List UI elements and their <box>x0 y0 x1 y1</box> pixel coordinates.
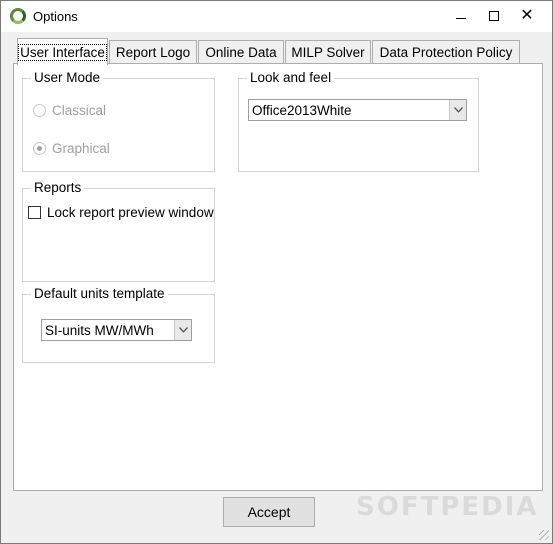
user-mode-group: User Mode Classical Graphical <box>22 70 215 172</box>
tab-data-protection-policy[interactable]: Data Protection Policy <box>372 40 520 64</box>
tab-label: MILP Solver <box>291 45 365 60</box>
softpedia-watermark: SOFTPEDIA <box>356 492 539 522</box>
minimize-icon <box>456 17 466 19</box>
radio-graphical[interactable]: Graphical <box>33 141 110 156</box>
radio-button[interactable] <box>33 142 46 155</box>
close-icon: ✕ <box>520 7 534 24</box>
tab-label: Report Logo <box>115 45 191 60</box>
resize-grip[interactable] <box>539 530 549 540</box>
default-units-group: Default units template SI-units MW/MWh <box>22 286 215 363</box>
tab-label: Data Protection Policy <box>379 45 513 60</box>
chevron-down-icon[interactable] <box>449 100 466 120</box>
tab-milp-solver[interactable]: MILP Solver <box>285 40 371 64</box>
look-and-feel-group: Look and feel Office2013White <box>238 70 479 172</box>
tab-user-interface[interactable]: User Interface <box>17 38 108 65</box>
tab-label: User Interface <box>18 43 107 61</box>
dropdown-value: Office2013White <box>252 102 352 118</box>
user-interface-panel: User Mode Classical Graphical Look and f… <box>13 63 543 491</box>
chevron-down-icon[interactable] <box>174 320 191 340</box>
maximize-icon <box>489 11 499 21</box>
reports-legend: Reports <box>31 180 85 195</box>
radio-button[interactable] <box>33 104 46 117</box>
close-button[interactable]: ✕ <box>504 1 550 31</box>
lock-preview-label: Lock report preview window <box>47 205 214 220</box>
tab-report-logo[interactable]: Report Logo <box>109 40 197 64</box>
radio-classical[interactable]: Classical <box>33 103 106 118</box>
title-bar[interactable]: Options ✕ <box>1 1 552 32</box>
lock-preview-checkbox-row[interactable]: Lock report preview window <box>28 205 214 220</box>
look-and-feel-legend: Look and feel <box>247 70 335 85</box>
app-icon <box>10 8 26 24</box>
radio-label: Classical <box>52 103 107 118</box>
tab-label: Online Data <box>205 45 277 60</box>
default-units-dropdown[interactable]: SI-units MW/MWh <box>41 319 192 341</box>
lock-preview-checkbox[interactable] <box>28 206 41 219</box>
tab-strip: User Interface Report Logo Online Data M… <box>13 38 543 65</box>
accept-button[interactable]: Accept <box>223 497 315 527</box>
options-window: Options ✕ User Interface Report Logo Onl… <box>0 0 553 544</box>
tab-online-data[interactable]: Online Data <box>198 40 284 64</box>
radio-label: Graphical <box>52 141 110 156</box>
window-title: Options <box>33 9 78 24</box>
dropdown-value: SI-units MW/MWh <box>45 322 154 338</box>
user-mode-legend: User Mode <box>31 70 104 85</box>
look-and-feel-dropdown[interactable]: Office2013White <box>248 99 467 121</box>
reports-group: Reports Lock report preview window <box>22 180 215 282</box>
default-units-legend: Default units template <box>31 286 168 301</box>
